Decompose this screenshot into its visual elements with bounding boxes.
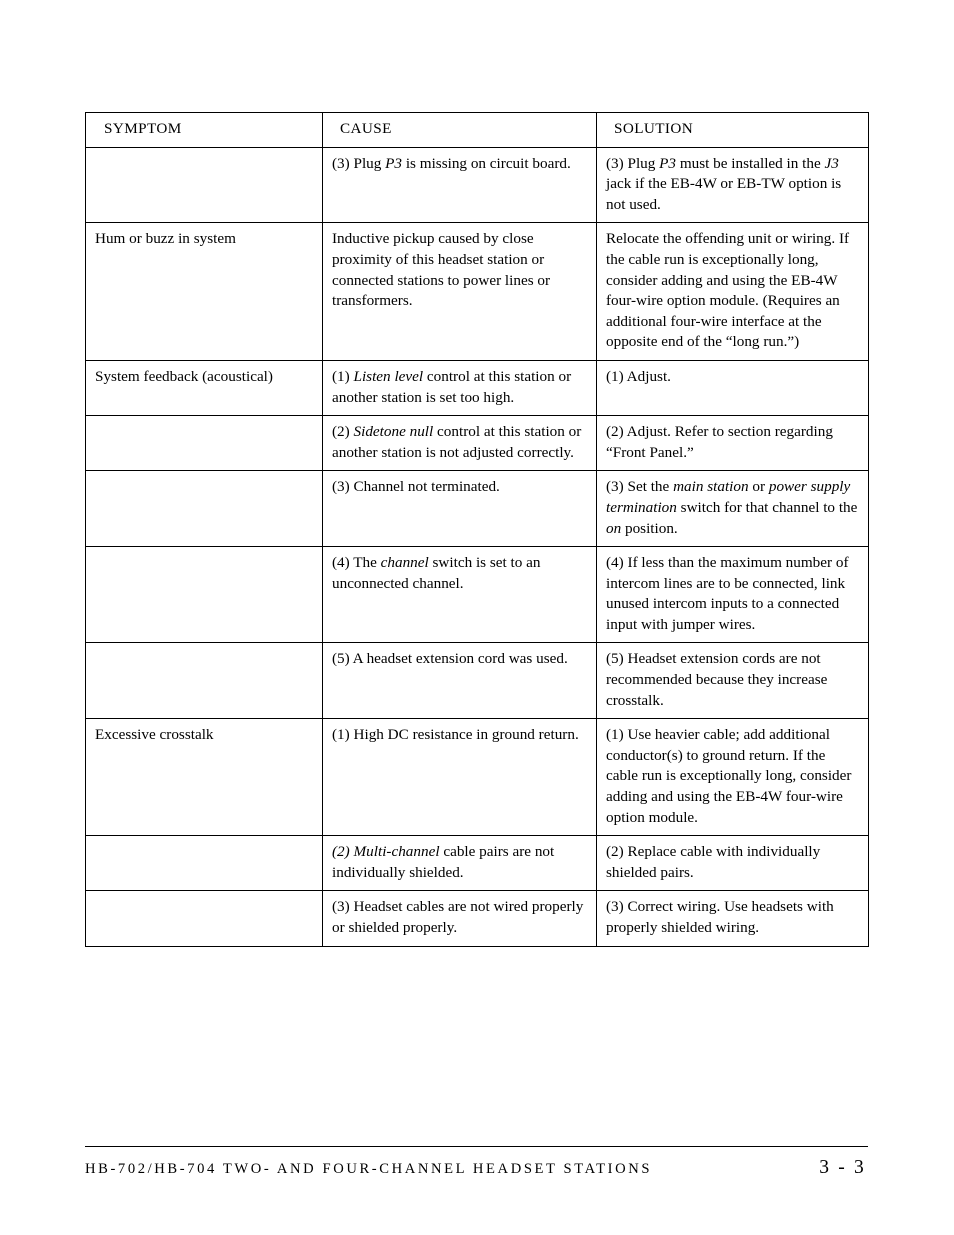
cell-cause: (5) A headset extension cord was used. xyxy=(322,642,597,720)
table-header-row: SYMPTOM CAUSE SOLUTION xyxy=(85,112,869,148)
cell-solution: (3) Set the main station or power supply… xyxy=(596,470,869,548)
cell-cause: (3) Plug P3 is missing on circuit board. xyxy=(322,146,597,224)
footer-document-title: HB-702/HB-704 TWO- AND FOUR-CHANNEL HEAD… xyxy=(85,1161,653,1177)
table-row: (5) A headset extension cord was used. (5… xyxy=(85,642,869,720)
cell-cause: (3) Headset cables are not wired properl… xyxy=(322,890,597,947)
footer-page-number: 3 - 3 xyxy=(819,1157,866,1178)
table-row: Hum or buzz in system Inductive pickup ca… xyxy=(85,222,869,361)
table-header: SYMPTOM CAUSE SOLUTION xyxy=(85,112,869,148)
cell-symptom xyxy=(85,546,323,644)
cell-solution: (2) Adjust. Refer to section regarding “… xyxy=(596,415,869,472)
cell-solution: (3) Correct wiring. Use headsets with pr… xyxy=(596,890,869,947)
column-header-solution: SOLUTION xyxy=(596,112,869,148)
cell-solution: (5) Headset extension cords are not reco… xyxy=(596,642,869,720)
cell-symptom xyxy=(85,470,323,548)
column-header-symptom: SYMPTOM xyxy=(85,112,323,148)
cell-cause: (2) Sidetone null control at this statio… xyxy=(322,415,597,472)
table-row: (2) Sidetone null control at this statio… xyxy=(85,415,869,472)
cell-symptom xyxy=(85,642,323,720)
cell-cause: (4) The channel switch is set to an unco… xyxy=(322,546,597,644)
cell-solution: Relocate the offending unit or wiring. I… xyxy=(596,222,869,361)
table-row: Excessive crosstalk (1) High DC resistanc… xyxy=(85,718,869,837)
cell-symptom xyxy=(85,890,323,947)
troubleshooting-table: SYMPTOM CAUSE SOLUTION (3) Plug P3 is mi… xyxy=(85,112,869,947)
cell-solution: (1) Adjust. xyxy=(596,359,869,417)
table-row: (3) Plug P3 is missing on circuit board.… xyxy=(85,146,869,224)
page-footer: HB-702/HB-704 TWO- AND FOUR-CHANNEL HEAD… xyxy=(85,1157,868,1179)
cell-cause: Inductive pickup caused by close proximi… xyxy=(322,222,597,361)
table-row: (3) Headset cables are not wired properl… xyxy=(85,890,869,947)
cell-solution: (1) Use heavier cable; add additional co… xyxy=(596,718,869,837)
cell-symptom xyxy=(85,835,323,892)
table-row: (3) Channel not terminated. (3) Set the m… xyxy=(85,470,869,548)
cell-symptom: Hum or buzz in system xyxy=(85,222,323,361)
troubleshooting-table-wrapper: SYMPTOM CAUSE SOLUTION (3) Plug P3 is mi… xyxy=(85,112,869,947)
table-row: (2) Multi-channel cable pairs are not in… xyxy=(85,835,869,892)
table-row: System feedback (acoustical) (1) Listen l… xyxy=(85,359,869,417)
cell-cause: (2) Multi-channel cable pairs are not in… xyxy=(322,835,597,892)
column-header-cause: CAUSE xyxy=(322,112,597,148)
document-page: SYMPTOM CAUSE SOLUTION (3) Plug P3 is mi… xyxy=(0,0,954,1235)
footer-divider-rule xyxy=(85,1146,868,1147)
cell-cause: (3) Channel not terminated. xyxy=(322,470,597,548)
cell-solution: (2) Replace cable with individually shie… xyxy=(596,835,869,892)
table-body: (3) Plug P3 is missing on circuit board.… xyxy=(85,146,869,947)
cell-cause: (1) Listen level control at this station… xyxy=(322,359,597,417)
cell-solution: (3) Plug P3 must be installed in the J3 … xyxy=(596,146,869,224)
cell-solution: (4) If less than the maximum number of i… xyxy=(596,546,869,644)
cell-cause: (1) High DC resistance in ground return. xyxy=(322,718,597,837)
cell-symptom xyxy=(85,415,323,472)
cell-symptom: System feedback (acoustical) xyxy=(85,359,323,417)
cell-symptom xyxy=(85,146,323,224)
table-row: (4) The channel switch is set to an unco… xyxy=(85,546,869,644)
cell-symptom: Excessive crosstalk xyxy=(85,718,323,837)
